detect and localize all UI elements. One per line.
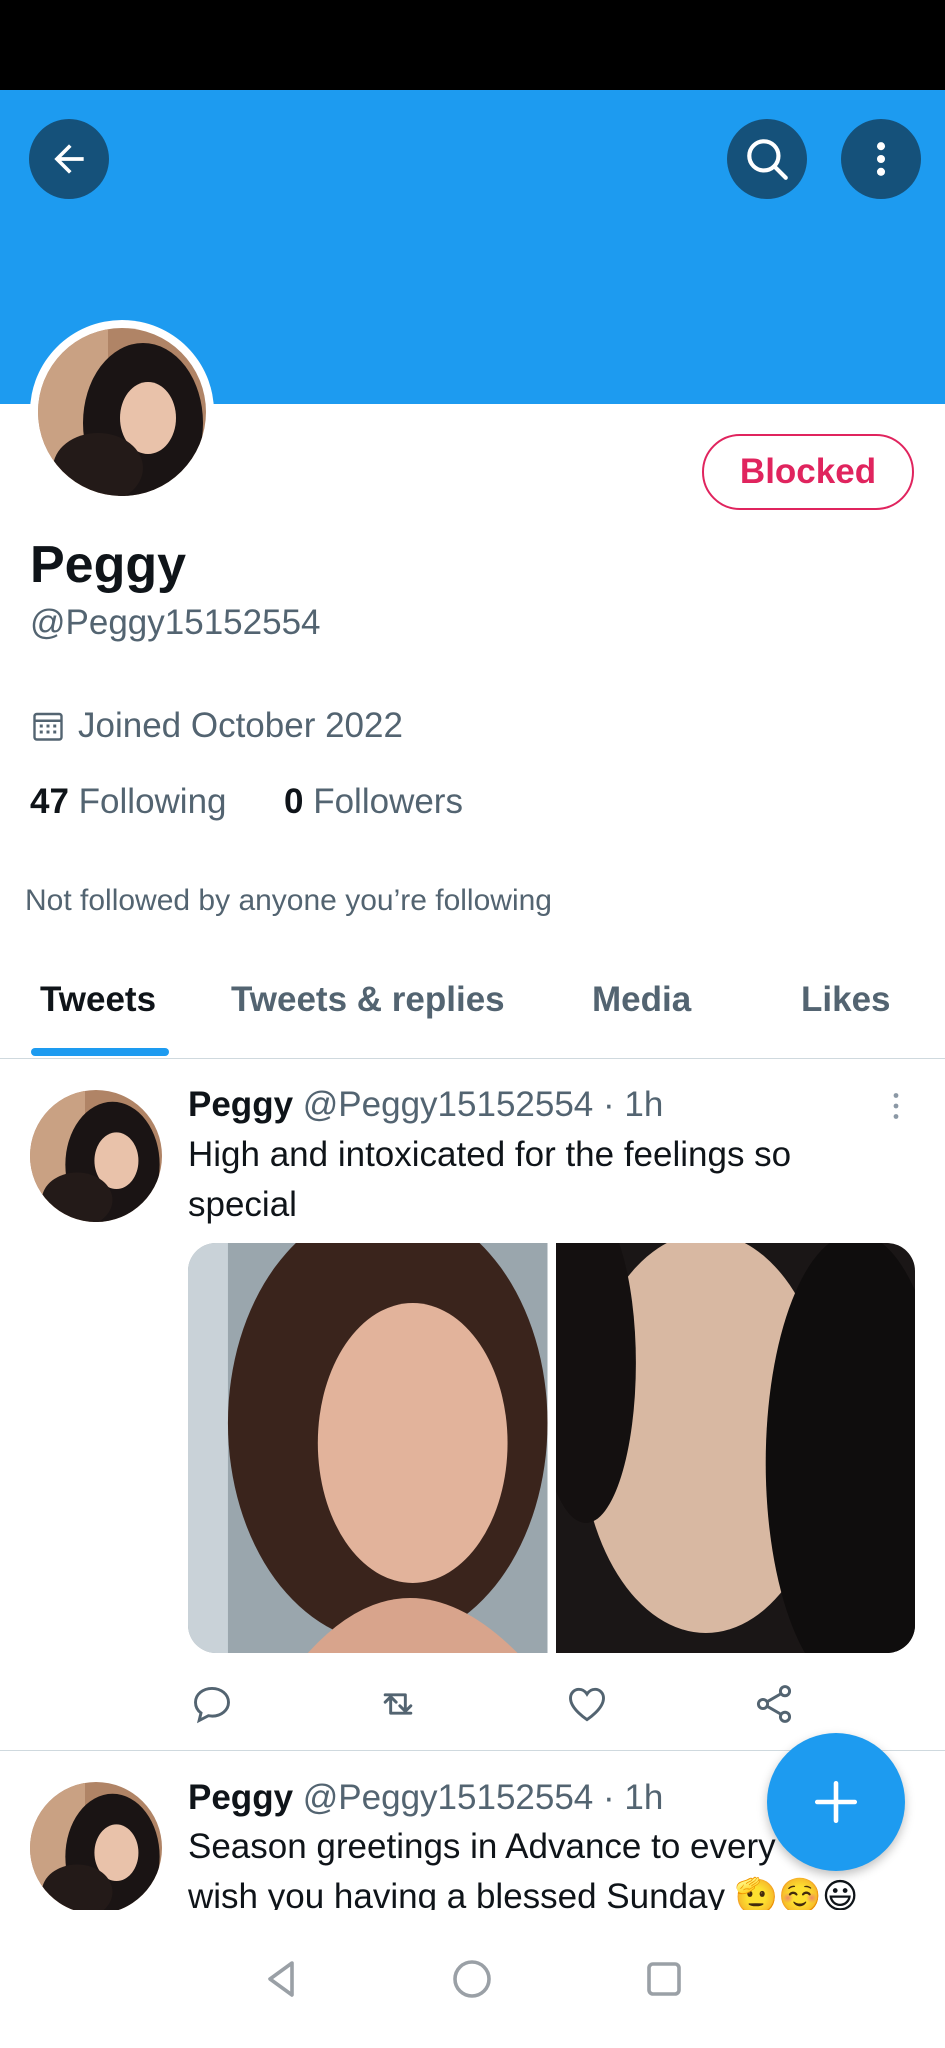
avatar-photo <box>38 328 206 496</box>
retweet-icon[interactable] <box>374 1682 422 1726</box>
tweet-photo[interactable] <box>188 1243 548 1653</box>
reply-icon[interactable] <box>190 1682 234 1726</box>
plus-icon <box>814 1780 858 1824</box>
search-button[interactable] <box>727 119 807 199</box>
tweet-text-line: wish you having a blessed Sunday 🫡☺️😃 <box>188 1877 859 1910</box>
tweet-header: Peggy @Peggy15152554 · 1h <box>188 1778 663 1818</box>
tab-tweets-replies[interactable]: Tweets & replies <box>231 980 505 1020</box>
tweet-time: · 1h <box>603 1778 664 1817</box>
recents-square-icon[interactable] <box>640 1955 688 2003</box>
profile-handle: @Peggy15152554 <box>30 603 321 642</box>
share-icon[interactable] <box>752 1682 796 1726</box>
arrow-left-icon <box>54 144 84 174</box>
tweet-more-icon[interactable] <box>878 1088 914 1124</box>
tab-likes[interactable]: Likes <box>801 980 891 1020</box>
followers-label: Followers <box>313 782 463 821</box>
joined-text: Joined October 2022 <box>78 706 403 745</box>
following-label: Following <box>78 782 227 821</box>
compose-tweet-button[interactable] <box>767 1733 905 1871</box>
tweet-avatar[interactable] <box>30 1782 162 1914</box>
back-button[interactable] <box>29 119 109 199</box>
tweet-header: Peggy @Peggy15152554 · 1h <box>188 1085 663 1125</box>
search-icon <box>747 139 788 180</box>
followers-link[interactable]: 0 Followers <box>284 782 463 821</box>
follow-stats: 47 Following 0 Followers <box>30 782 463 822</box>
calendar-icon <box>33 712 63 741</box>
divider <box>0 1058 945 1059</box>
like-icon[interactable] <box>565 1682 609 1726</box>
active-tab-indicator <box>31 1048 169 1056</box>
more-vertical-icon <box>876 142 886 176</box>
tweet-avatar[interactable] <box>30 1090 162 1222</box>
tweet-handle: @Peggy15152554 <box>302 1778 594 1817</box>
profile-avatar[interactable] <box>30 320 214 504</box>
status-bar <box>0 0 945 90</box>
tweet-text-line: High and intoxicated for the feelings so <box>188 1135 792 1174</box>
followers-count: 0 <box>284 782 304 821</box>
tweet-handle: @Peggy15152554 <box>302 1085 594 1124</box>
tweet-author[interactable]: Peggy <box>188 1085 293 1124</box>
tweet-time: · 1h <box>603 1085 664 1124</box>
home-circle-icon[interactable] <box>448 1955 496 2003</box>
tweet-text: High and intoxicated for the feelings so… <box>188 1130 888 1230</box>
not-followed-note: Not followed by anyone you’re following <box>25 884 552 917</box>
profile-name: Peggy <box>30 536 187 594</box>
tab-media[interactable]: Media <box>592 980 691 1020</box>
joined-date: Joined October 2022 <box>30 706 403 746</box>
following-link[interactable]: 47 Following <box>30 782 227 821</box>
tweet-photo[interactable] <box>555 1243 915 1653</box>
tweet-author[interactable]: Peggy <box>188 1778 293 1817</box>
blocked-button[interactable]: Blocked <box>702 434 914 510</box>
tweet-media <box>188 1243 915 1653</box>
tab-tweets[interactable]: Tweets <box>40 980 156 1020</box>
more-options-button[interactable] <box>841 119 921 199</box>
following-count: 47 <box>30 782 69 821</box>
back-triangle-icon[interactable] <box>258 1955 306 2003</box>
tweet-text-line: special <box>188 1185 297 1224</box>
